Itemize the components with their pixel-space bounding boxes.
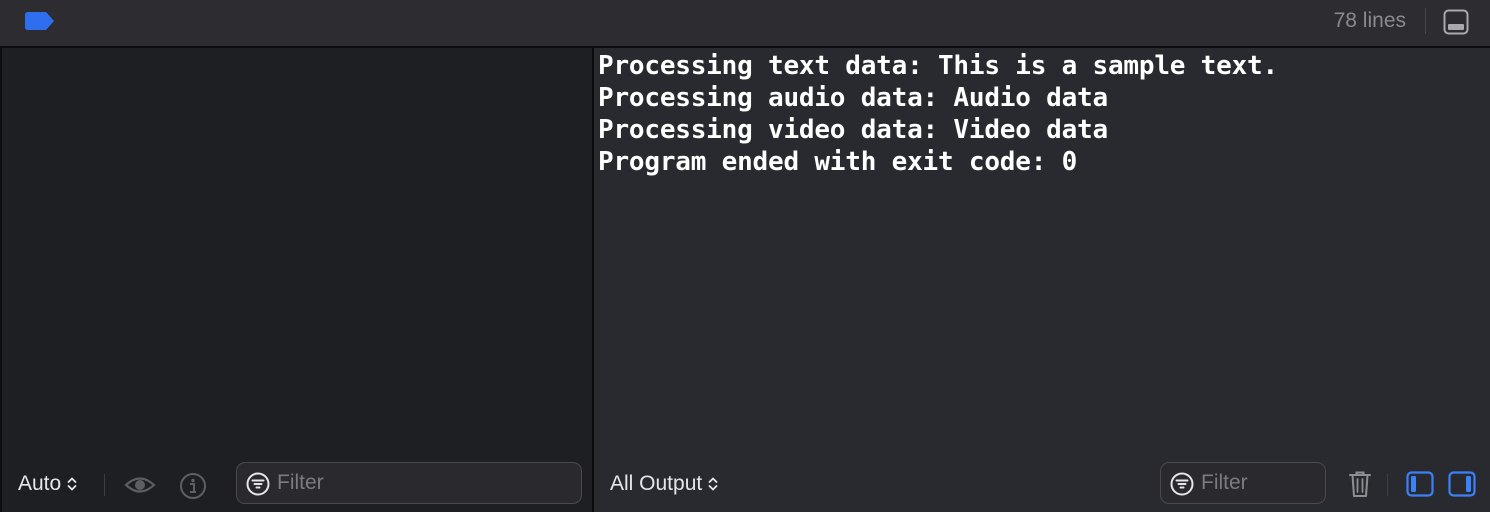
output-type-label: All Output [610, 472, 703, 495]
console-line: Program ended with exit code: 0 [598, 147, 1078, 177]
toolbar-divider [1425, 8, 1426, 34]
bar-separator [104, 474, 105, 496]
bar-separator [1387, 474, 1388, 496]
variables-filter-input[interactable] [277, 469, 567, 497]
up-down-chevron-icon [67, 477, 77, 491]
variables-filter-field[interactable] [236, 462, 582, 504]
variables-scope-label: Auto [18, 472, 62, 495]
filter-icon [246, 472, 270, 496]
debug-bar: 78 lines [0, 0, 1490, 48]
variables-bottom-bar: Auto [2, 460, 592, 512]
console-line: Processing audio data: Audio data [598, 83, 1108, 113]
console-bottom-bar: All Output [594, 460, 1490, 512]
hide-debug-area-icon[interactable] [1443, 9, 1469, 35]
line-count: 78 lines [1333, 9, 1406, 32]
console-filter-field[interactable] [1160, 462, 1326, 504]
filter-icon [1170, 472, 1194, 496]
eye-icon[interactable] [124, 474, 156, 496]
output-type-popup[interactable]: All Output [610, 472, 718, 496]
show-right-pane-icon[interactable] [1448, 471, 1476, 497]
console-filter-input[interactable] [1201, 469, 1319, 497]
show-left-pane-icon[interactable] [1406, 471, 1434, 497]
console-line: Processing video data: Video data [598, 115, 1108, 145]
info-icon[interactable] [179, 472, 207, 500]
breakpoint-tag-icon[interactable] [25, 12, 55, 30]
console-output: Processing text data: This is a sample t… [598, 50, 1278, 178]
variables-scope-popup[interactable]: Auto [18, 472, 77, 496]
debug-area: 78 lines Processing text data: This is a… [0, 0, 1490, 512]
up-down-chevron-icon [708, 477, 718, 491]
console-view[interactable]: Processing text data: This is a sample t… [594, 48, 1490, 512]
console-line: Processing text data: This is a sample t… [598, 51, 1278, 81]
variables-view[interactable] [0, 48, 592, 512]
trash-icon[interactable] [1348, 470, 1372, 498]
